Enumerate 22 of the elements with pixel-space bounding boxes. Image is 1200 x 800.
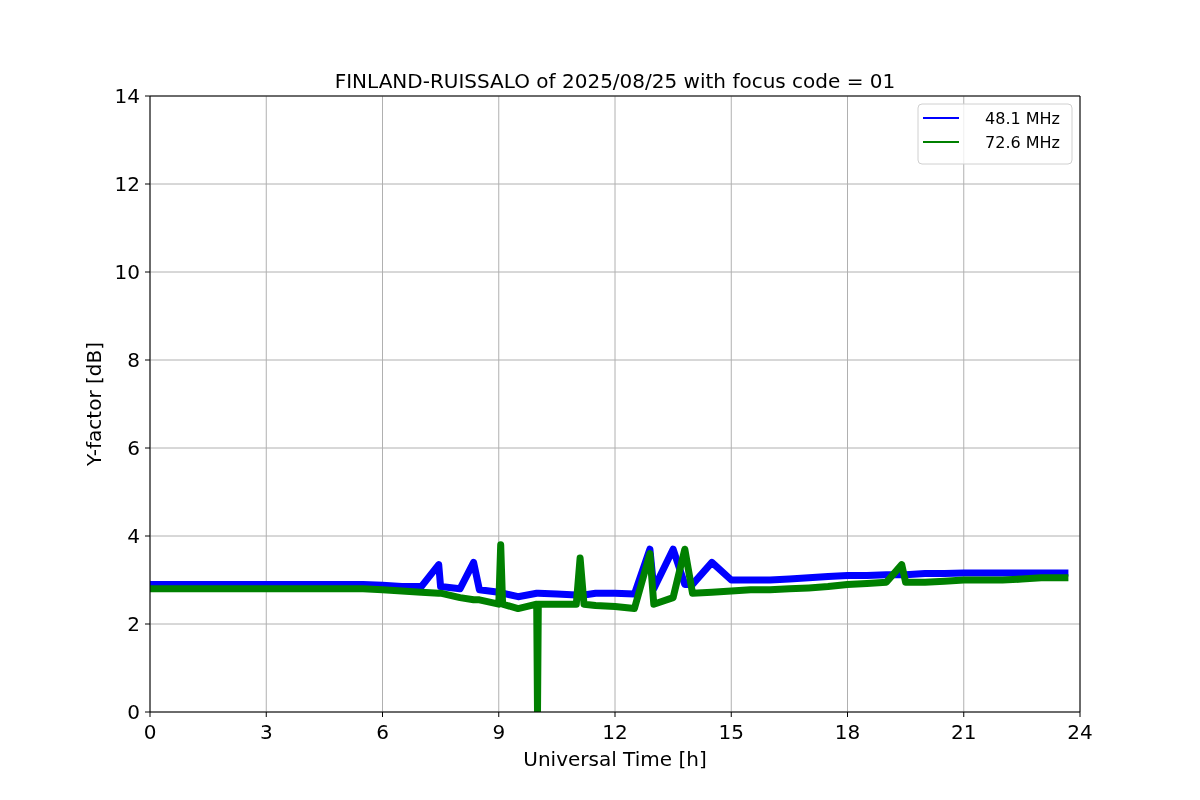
tick-label: 0 bbox=[143, 720, 157, 744]
tick-label: 6 bbox=[376, 720, 389, 744]
tick-label: 6 bbox=[127, 436, 140, 460]
tick-label: 14 bbox=[114, 84, 140, 108]
legend-label: 72.6 MHz bbox=[985, 133, 1060, 152]
axis-label: Y-factor [dB] bbox=[82, 342, 106, 466]
tick-label: 18 bbox=[834, 720, 861, 744]
tick-label: 9 bbox=[492, 720, 506, 744]
axis-label: Universal Time [h] bbox=[523, 747, 707, 771]
tick-label: 0 bbox=[127, 700, 140, 724]
tick-label: 15 bbox=[718, 720, 744, 744]
tick-label: 21 bbox=[951, 720, 977, 744]
tick-label: 2 bbox=[127, 612, 140, 636]
tick-label: 3 bbox=[259, 720, 273, 744]
tick-label: 10 bbox=[114, 260, 140, 284]
tick-label: 12 bbox=[602, 720, 628, 744]
tick-label: 8 bbox=[127, 348, 140, 372]
legend-label: 48.1 MHz bbox=[985, 109, 1060, 128]
chart-title: FINLAND-RUISSALO of 2025/08/25 with focus code = 01 bbox=[334, 69, 896, 93]
tick-label: 4 bbox=[127, 524, 140, 548]
tick-label: 24 bbox=[1067, 720, 1093, 744]
tick-label: 12 bbox=[114, 172, 140, 196]
